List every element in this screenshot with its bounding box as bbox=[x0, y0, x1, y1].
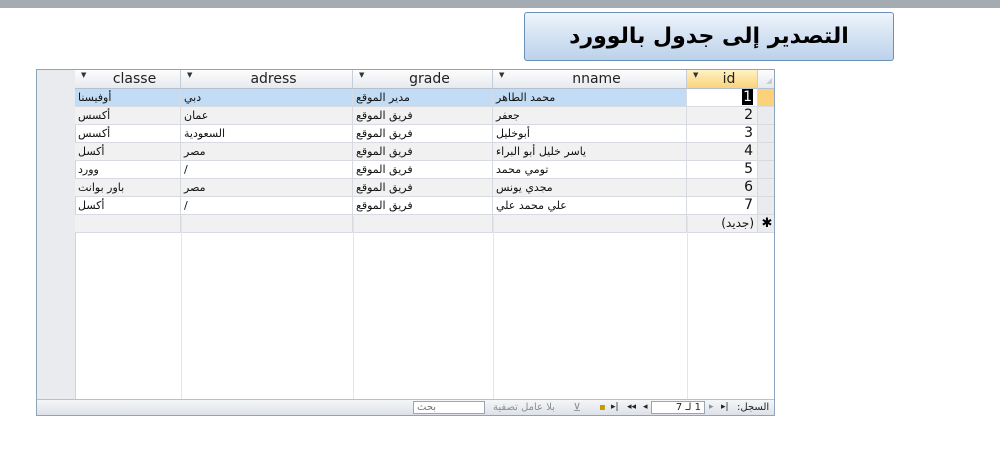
cell-adress[interactable]: مصر bbox=[181, 143, 353, 160]
next-record-icon[interactable]: ◂◂ bbox=[627, 401, 636, 414]
no-filter-icon[interactable]: ⊻ bbox=[573, 401, 581, 414]
new-record-row[interactable]: (جديد) bbox=[75, 215, 758, 233]
cell-nname[interactable]: محمد الطاهر bbox=[493, 89, 687, 106]
record-navigation-bar: بلا عامل تصفية ⊻ ▪ ▸| ◂◂ ◂ 1 لـ 7 ▸ ▸| ا… bbox=[37, 399, 774, 415]
sort-filter-dropdown-icon[interactable]: ▼ bbox=[81, 71, 86, 79]
record-selector[interactable] bbox=[758, 89, 774, 107]
cell-id[interactable]: 2 bbox=[687, 107, 758, 124]
new-record-marker-icon[interactable]: ✱ bbox=[758, 215, 774, 233]
cell-classe[interactable]: وورد bbox=[75, 161, 181, 178]
cell-classe[interactable]: باور بوانت bbox=[75, 179, 181, 196]
column-header-id[interactable]: ▼ id bbox=[687, 70, 758, 89]
cell-adress[interactable]: عمان bbox=[181, 107, 353, 124]
cell-id[interactable]: 3 bbox=[687, 125, 758, 142]
record-selector[interactable] bbox=[758, 143, 774, 161]
cell-nname[interactable] bbox=[493, 215, 687, 232]
table-row[interactable]: أكسس عمان فريق الموقع جعفر 2 bbox=[75, 107, 758, 125]
sort-filter-dropdown-icon[interactable]: ▼ bbox=[499, 71, 504, 79]
cell-id[interactable]: 4 bbox=[687, 143, 758, 160]
grid-column-line bbox=[687, 216, 688, 399]
cell-id[interactable]: 6 bbox=[687, 179, 758, 196]
sort-filter-dropdown-icon[interactable]: ▼ bbox=[693, 71, 698, 79]
last-record-icon[interactable]: ▸| bbox=[611, 401, 619, 414]
cell-id[interactable]: 7 bbox=[687, 197, 758, 214]
cell-id[interactable]: 5 bbox=[687, 161, 758, 178]
cell-grade[interactable]: مدير الموقع bbox=[353, 89, 493, 106]
cell-adress[interactable]: دبي bbox=[181, 89, 353, 106]
record-selector[interactable] bbox=[758, 197, 774, 215]
cell-nname[interactable]: ياسر خليل أبو البراء bbox=[493, 143, 687, 160]
table-row[interactable]: أكسس السعودية فريق الموقع أبوخليل 3 bbox=[75, 125, 758, 143]
next-icon[interactable]: ◂ bbox=[643, 401, 648, 414]
table-row[interactable]: وورد / فريق الموقع تومي محمد 5 bbox=[75, 161, 758, 179]
cell-grade[interactable]: فريق الموقع bbox=[353, 143, 493, 160]
grid-left-margin bbox=[37, 70, 76, 399]
select-all-corner[interactable] bbox=[758, 70, 774, 89]
cell-nname[interactable]: علي محمد علي bbox=[493, 197, 687, 214]
cell-classe[interactable]: أكسل bbox=[75, 143, 181, 160]
table-row[interactable]: أكسل مصر فريق الموقع ياسر خليل أبو البرا… bbox=[75, 143, 758, 161]
column-header-adress[interactable]: ▼ adress bbox=[181, 70, 353, 89]
column-header-classe[interactable]: ▼ classe bbox=[75, 70, 181, 89]
record-selector[interactable] bbox=[758, 161, 774, 179]
sort-filter-dropdown-icon[interactable]: ▼ bbox=[187, 71, 192, 79]
table-row[interactable]: باور بوانت مصر فريق الموقع مجدي يونس 6 bbox=[75, 179, 758, 197]
new-record-icon[interactable]: ▪ bbox=[599, 401, 606, 414]
grid-column-line bbox=[181, 216, 182, 399]
cell-classe[interactable]: أكسس bbox=[75, 107, 181, 124]
column-header-grade[interactable]: ▼ grade bbox=[353, 70, 493, 89]
no-filter-label[interactable]: بلا عامل تصفية bbox=[493, 401, 555, 414]
first-record-icon[interactable]: ▸| bbox=[721, 401, 729, 414]
record-selector[interactable] bbox=[758, 107, 774, 125]
column-header-nname[interactable]: ▼ nname bbox=[493, 70, 687, 89]
cell-nname[interactable]: أبوخليل bbox=[493, 125, 687, 142]
cell-adress[interactable]: / bbox=[181, 161, 353, 178]
table-row[interactable]: أكسل / فريق الموقع علي محمد علي 7 bbox=[75, 197, 758, 215]
search-input[interactable] bbox=[413, 401, 485, 414]
cell-grade[interactable]: فريق الموقع bbox=[353, 161, 493, 178]
cell-grade[interactable]: فريق الموقع bbox=[353, 197, 493, 214]
grid-column-line bbox=[353, 216, 354, 399]
sort-filter-dropdown-icon[interactable]: ▼ bbox=[359, 71, 364, 79]
datasheet-grid: ▼ classe ▼ adress ▼ grade ▼ nname ▼ id أ… bbox=[36, 69, 775, 416]
cell-id[interactable]: 1 bbox=[687, 89, 758, 106]
record-selector[interactable] bbox=[758, 125, 774, 143]
grid-column-line bbox=[493, 216, 494, 399]
cell-grade[interactable]: فريق الموقع bbox=[353, 107, 493, 124]
cell-nname[interactable]: جعفر bbox=[493, 107, 687, 124]
cell-classe[interactable]: أكسس bbox=[75, 125, 181, 142]
cell-grade[interactable] bbox=[353, 215, 493, 232]
previous-record-icon[interactable]: ▸ bbox=[709, 401, 714, 414]
cell-classe[interactable]: أوفيسنا bbox=[75, 89, 181, 106]
export-to-word-table-button[interactable]: التصدير إلى جدول بالوورد bbox=[524, 12, 894, 61]
cell-grade[interactable]: فريق الموقع bbox=[353, 179, 493, 196]
window-top-bar bbox=[0, 0, 1000, 8]
cell-adress[interactable] bbox=[181, 215, 353, 232]
cell-grade[interactable]: فريق الموقع bbox=[353, 125, 493, 142]
cell-nname[interactable]: مجدي يونس bbox=[493, 179, 687, 196]
cell-classe[interactable] bbox=[75, 215, 181, 232]
cell-adress[interactable]: / bbox=[181, 197, 353, 214]
new-record-placeholder[interactable]: (جديد) bbox=[687, 215, 758, 232]
record-selector[interactable] bbox=[758, 179, 774, 197]
cell-adress[interactable]: السعودية bbox=[181, 125, 353, 142]
table-row[interactable]: أوفيسنا دبي مدير الموقع محمد الطاهر 1 bbox=[75, 89, 758, 107]
record-label: السجل: bbox=[737, 402, 770, 413]
cell-adress[interactable]: مصر bbox=[181, 179, 353, 196]
cell-nname[interactable]: تومي محمد bbox=[493, 161, 687, 178]
cell-classe[interactable]: أكسل bbox=[75, 197, 181, 214]
record-position-input[interactable]: 1 لـ 7 bbox=[651, 401, 705, 414]
